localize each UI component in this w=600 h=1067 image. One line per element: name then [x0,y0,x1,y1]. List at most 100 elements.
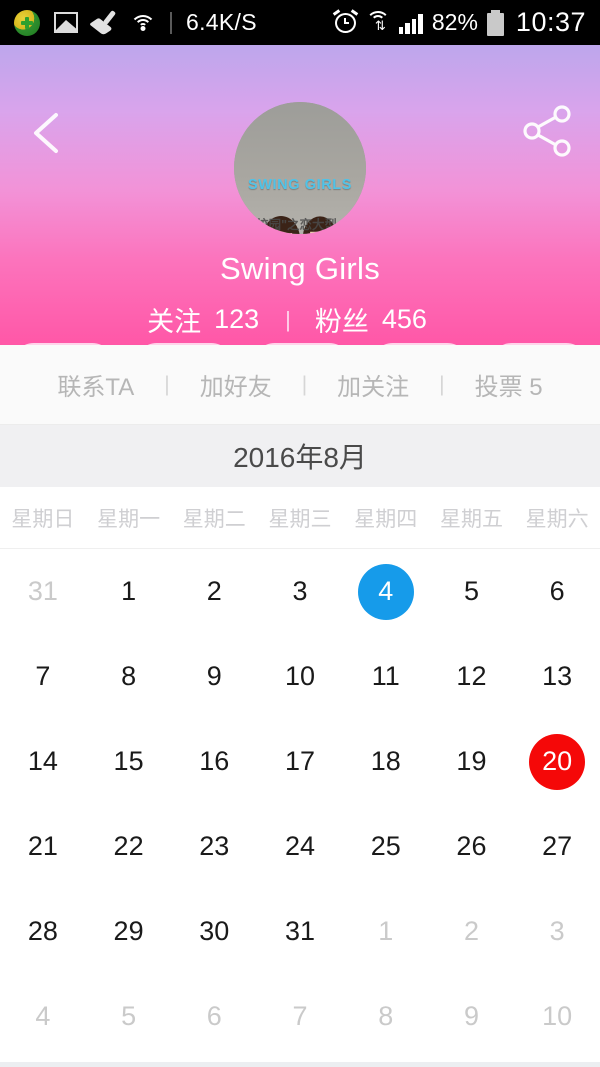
contact-button[interactable]: 联系TA [57,367,134,402]
calendar-week-row: 28293031123 [0,889,600,974]
calendar-day-cell[interactable]: 5 [86,989,172,1045]
app-screen: 6.4K/S ⇅ 82% 10:37 [0,0,600,1067]
avatar[interactable]: SWING GIRLS 校园"之恋大型.. [234,102,366,234]
calendar-day-cell[interactable]: 29 [86,904,172,960]
calendar-day-cell[interactable]: 31 [257,904,343,960]
calendar-day-cell[interactable]: 28 [0,904,86,960]
calendar-day-cell[interactable]: 16 [171,734,257,790]
avatar-caption-sub: 校园"之恋大型.. [234,214,366,233]
share-button[interactable] [520,103,576,159]
tag-hk-tw[interactable]: 港台 [490,343,588,345]
share-icon [520,103,576,159]
calendar-day-number: 18 [358,734,414,790]
calendar-day-cell[interactable]: 26 [429,819,515,875]
calendar-day-cell[interactable]: 3 [257,564,343,620]
calendar-week-row: 45678910 [0,974,600,1059]
calendar-day-cell[interactable]: 7 [0,649,86,705]
calendar-day-cell[interactable]: 31 [0,564,86,620]
calendar-day-number: 6 [529,564,585,620]
calendar-header: 2016年8月 [0,425,600,487]
calendar-day-number: 5 [101,989,157,1045]
back-button[interactable] [26,107,70,159]
calendar-week-row: 14 15 16 17 18 19 20 [0,719,600,804]
photo-icon [54,12,78,33]
calendar-day-cell[interactable]: 14 [0,734,86,790]
calendar-week-row: 78910 11 1213 [0,634,600,719]
tag-list: 经纪人 日韩 演员 歌手 港台 [0,343,600,345]
chevron-left-icon [26,107,70,159]
calendar-day-number: 5 [443,564,499,620]
add-friend-button[interactable]: 加好友 [200,367,272,402]
calendar-day-cell[interactable]: 10 [257,649,343,705]
calendar-day-cell[interactable]: 12 [429,649,515,705]
calendar-day-cell[interactable]: 4 [343,564,429,620]
calendar-day-number: 15 [101,734,157,790]
calendar-day-cell[interactable]: 1 [343,904,429,960]
stats-divider: | [285,307,291,333]
calendar-day-cell[interactable]: 10 [514,989,600,1045]
vote-button[interactable]: 投票 5 [475,367,543,402]
follow-label: 关注 [147,300,201,339]
calendar-day-cell[interactable]: 21 [0,819,86,875]
calendar-day-number: 16 [186,734,242,790]
calendar-day-number: 14 [15,734,71,790]
weekday-wed: 星期三 [257,503,343,533]
follow-button[interactable]: 加关注 [337,367,409,402]
calendar-day-cell[interactable]: 18 [343,734,429,790]
calendar-day-number: 8 [358,989,414,1045]
calendar-day-number: 8 [101,649,157,705]
calendar-day-cell[interactable]: 6 [514,564,600,620]
calendar-day-number: 17 [272,734,328,790]
calendar-day-number: 23 [186,819,242,875]
calendar-day-cell[interactable]: 17 [257,734,343,790]
calendar-day-cell[interactable]: 7 [257,989,343,1045]
calendar-day-cell[interactable]: 2 [171,564,257,620]
calendar-day-cell[interactable]: 3 [514,904,600,960]
follow-count[interactable]: 123 [214,304,259,335]
calendar-day-cell[interactable]: 2 [429,904,515,960]
tag-actor[interactable]: 演员 [253,343,351,345]
calendar-day-cell[interactable]: 20 [514,734,600,790]
calendar-day-cell[interactable]: 9 [171,649,257,705]
calendar-day-cell[interactable]: 25 [343,819,429,875]
calendar-day-cell[interactable]: 9 [429,989,515,1045]
calendar-day-cell[interactable]: 1 [86,564,172,620]
action-bar: 联系TA | 加好友 | 加关注 | 投票 5 [0,345,600,425]
fans-label: 粉丝 [315,300,369,339]
calendar-day-number: 4 [358,564,414,620]
tag-agent[interactable]: 经纪人 [12,343,114,345]
calendar-day-cell[interactable]: 15 [86,734,172,790]
calendar-day-cell[interactable]: 13 [514,649,600,705]
calendar-day-cell[interactable]: 23 [171,819,257,875]
calendar-day-cell[interactable]: 27 [514,819,600,875]
action-divider-3: | [439,373,444,397]
calendar-day-number: 6 [186,989,242,1045]
calendar-day-cell[interactable]: 6 [171,989,257,1045]
calendar-day-number: 27 [529,819,585,875]
calendar-week-row: 21222324252627 [0,804,600,889]
calendar-day-number: 3 [272,564,328,620]
calendar-grid: 3112345678910111213141516171819202122232… [0,549,600,1059]
network-speed: 6.4K/S [186,9,257,36]
fans-count[interactable]: 456 [382,304,427,335]
tag-singer[interactable]: 歌手 [371,343,469,345]
calendar-day-number: 21 [15,819,71,875]
wifi-icon [130,13,156,32]
calendar-day-cell[interactable]: 19 [429,734,515,790]
action-divider-1: | [164,373,169,397]
status-divider [170,12,172,34]
calendar-day-cell[interactable]: 5 [429,564,515,620]
broom-icon [92,11,116,35]
calendar-day-number: 19 [443,734,499,790]
calendar-day-cell[interactable]: 30 [171,904,257,960]
calendar-day-number: 25 [358,819,414,875]
tag-jp-kr[interactable]: 日韩 [135,343,233,345]
calendar-day-cell[interactable]: 8 [343,989,429,1045]
calendar-day-number: 11 [358,649,414,705]
calendar-day-cell[interactable]: 22 [86,819,172,875]
calendar-day-cell[interactable]: 8 [86,649,172,705]
alarm-icon [334,11,357,34]
calendar-day-cell[interactable]: 24 [257,819,343,875]
calendar-day-cell[interactable]: 4 [0,989,86,1045]
calendar-day-cell[interactable]: 11 [343,649,429,705]
